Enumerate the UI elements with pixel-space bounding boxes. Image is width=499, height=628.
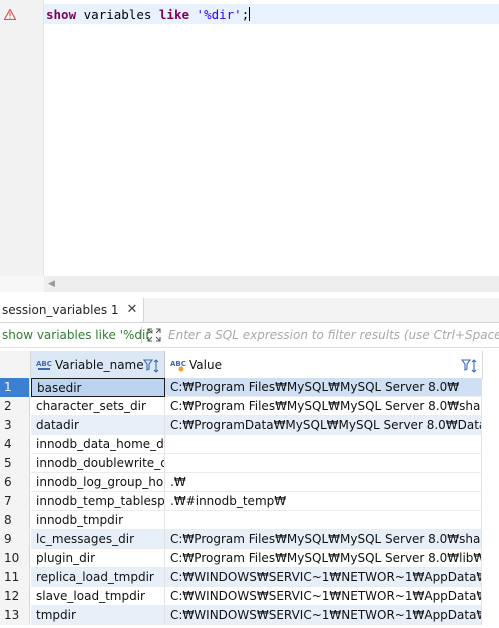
code-area[interactable]: show variables like '%dir'; bbox=[44, 0, 499, 276]
filter-sort-icon[interactable] bbox=[143, 358, 161, 374]
filter-bar: show variables like '%dir' bbox=[0, 323, 499, 348]
divider bbox=[141, 327, 142, 343]
cell-value[interactable] bbox=[165, 511, 482, 530]
table-row[interactable]: 3 datadir C:₩ProgramData₩MySQL₩MySQL Ser… bbox=[0, 416, 482, 435]
editor-gutter bbox=[0, 0, 44, 276]
table-row[interactable]: 7 innodb_temp_tablespaces_dir .₩#innodb_… bbox=[0, 492, 482, 511]
cell-value[interactable]: C:₩WINDOWS₩SERVIC~1₩NETWOR~1₩AppData₩Loc… bbox=[165, 587, 482, 606]
sql-editor[interactable]: show variables like '%dir'; ◀ bbox=[0, 0, 499, 292]
results-grid[interactable]: ABC Variable_name ABC Value 1 basedir C:… bbox=[0, 348, 499, 628]
row-number[interactable]: 10 bbox=[0, 549, 30, 568]
cell-variable-name[interactable]: plugin_dir bbox=[31, 549, 165, 568]
text-caret bbox=[249, 7, 251, 21]
svg-text:ABC: ABC bbox=[170, 360, 186, 368]
row-number[interactable]: 4 bbox=[0, 435, 30, 454]
row-number[interactable]: 11 bbox=[0, 568, 30, 587]
sql-string-literal: '%dir' bbox=[196, 7, 242, 22]
expand-icon[interactable] bbox=[147, 328, 161, 342]
tab-label: session_variables 1 bbox=[2, 303, 119, 317]
table-row[interactable]: 6 innodb_log_group_home_dir .₩ bbox=[0, 473, 482, 492]
row-number[interactable]: 6 bbox=[0, 473, 30, 492]
row-number-header[interactable] bbox=[0, 351, 31, 379]
cell-variable-name[interactable]: tmpdir bbox=[31, 606, 165, 625]
row-number[interactable]: 9 bbox=[0, 530, 30, 549]
cell-variable-name[interactable]: innodb_doublewrite_dir bbox=[31, 454, 165, 473]
cell-variable-name[interactable]: basedir bbox=[31, 378, 165, 397]
table-row[interactable]: 12 slave_load_tmpdir C:₩WINDOWS₩SERVIC~1… bbox=[0, 587, 482, 606]
column-label: Variable_name bbox=[55, 358, 144, 372]
cell-value[interactable] bbox=[165, 454, 482, 473]
sql-keyword-like: like bbox=[158, 7, 190, 22]
warning-triangle-icon bbox=[4, 9, 16, 20]
scroll-left-arrow-icon[interactable]: ◀ bbox=[48, 279, 55, 289]
table-row[interactable]: 2 character_sets_dir C:₩Program Files₩My… bbox=[0, 397, 482, 416]
cell-variable-name[interactable]: innodb_temp_tablespaces_dir bbox=[31, 492, 165, 511]
cell-value[interactable]: C:₩Program Files₩MySQL₩MySQL Server 8.0₩… bbox=[165, 549, 482, 568]
cell-value[interactable]: C:₩WINDOWS₩SERVIC~1₩NETWOR~1₩AppData₩Loc… bbox=[165, 568, 482, 587]
row-number[interactable]: 12 bbox=[0, 587, 30, 606]
results-tab-bar: session_variables 1 ✕ bbox=[0, 298, 499, 323]
column-header-value[interactable]: ABC Value bbox=[165, 351, 483, 379]
cell-variable-name[interactable]: slave_load_tmpdir bbox=[31, 587, 165, 606]
row-number[interactable]: 3 bbox=[0, 416, 30, 435]
current-code-line[interactable]: show variables like '%dir'; bbox=[44, 4, 499, 24]
cell-variable-name[interactable]: lc_messages_dir bbox=[31, 530, 165, 549]
row-number[interactable]: 1 bbox=[0, 378, 30, 397]
row-number[interactable]: 7 bbox=[0, 492, 30, 511]
cell-value[interactable]: C:₩Program Files₩MySQL₩MySQL Server 8.0₩… bbox=[165, 397, 482, 416]
filter-query-label[interactable]: show variables like '%dir' bbox=[2, 328, 154, 342]
svg-text:ABC: ABC bbox=[36, 360, 52, 368]
table-row[interactable]: 11 replica_load_tmpdir C:₩WINDOWS₩SERVIC… bbox=[0, 568, 482, 587]
column-label: Value bbox=[189, 358, 222, 372]
table-row[interactable]: 1 basedir C:₩Program Files₩MySQL₩MySQL S… bbox=[0, 378, 482, 397]
filter-sort-icon[interactable] bbox=[461, 358, 479, 374]
abc-text-type-icon: ABC bbox=[36, 360, 52, 370]
tab-session-variables[interactable]: session_variables 1 ✕ bbox=[0, 298, 145, 322]
cell-variable-name[interactable]: innodb_log_group_home_dir bbox=[31, 473, 165, 492]
table-row[interactable]: 5 innodb_doublewrite_dir bbox=[0, 454, 482, 473]
sql-terminator: ; bbox=[241, 7, 250, 22]
abc-text-type-icon: ABC bbox=[170, 360, 186, 372]
table-row[interactable]: 13 tmpdir C:₩WINDOWS₩SERVIC~1₩NETWOR~1₩A… bbox=[0, 606, 482, 625]
cell-value[interactable]: C:₩Program Files₩MySQL₩MySQL Server 8.0₩ bbox=[165, 378, 482, 397]
column-header-variable-name[interactable]: ABC Variable_name bbox=[31, 351, 165, 379]
sql-keyword-show: show bbox=[46, 7, 77, 22]
close-icon[interactable]: ✕ bbox=[127, 303, 138, 316]
cell-value[interactable]: .₩ bbox=[165, 473, 482, 492]
filter-expression-input[interactable] bbox=[166, 325, 499, 344]
row-number[interactable]: 5 bbox=[0, 454, 30, 473]
row-number[interactable]: 2 bbox=[0, 397, 30, 416]
cell-value[interactable] bbox=[165, 435, 482, 454]
sql-statement[interactable]: show variables like '%dir'; bbox=[46, 7, 251, 22]
editor-horizontal-scrollbar[interactable]: ◀ bbox=[44, 276, 499, 292]
cell-variable-name[interactable]: innodb_tmpdir bbox=[31, 511, 165, 530]
cell-value[interactable]: C:₩ProgramData₩MySQL₩MySQL Server 8.0₩Da… bbox=[165, 416, 482, 435]
cell-variable-name[interactable]: character_sets_dir bbox=[31, 397, 165, 416]
cell-variable-name[interactable]: datadir bbox=[31, 416, 165, 435]
table-row[interactable]: 8 innodb_tmpdir bbox=[0, 511, 482, 530]
table-row[interactable]: 9 lc_messages_dir C:₩Program Files₩MySQL… bbox=[0, 530, 482, 549]
sql-word-variables: variables bbox=[83, 7, 152, 22]
row-number[interactable]: 13 bbox=[0, 606, 30, 625]
table-row[interactable]: 4 innodb_data_home_dir bbox=[0, 435, 482, 454]
cell-value[interactable]: .₩#innodb_temp₩ bbox=[165, 492, 482, 511]
cell-value[interactable]: C:₩WINDOWS₩SERVIC~1₩NETWOR~1₩AppData₩Loc… bbox=[165, 606, 482, 625]
table-row[interactable]: 10 plugin_dir C:₩Program Files₩MySQL₩MyS… bbox=[0, 549, 482, 568]
row-number[interactable]: 8 bbox=[0, 511, 30, 530]
cell-variable-name[interactable]: replica_load_tmpdir bbox=[31, 568, 165, 587]
cell-value[interactable]: C:₩Program Files₩MySQL₩MySQL Server 8.0₩… bbox=[165, 530, 482, 549]
cell-variable-name[interactable]: innodb_data_home_dir bbox=[31, 435, 165, 454]
